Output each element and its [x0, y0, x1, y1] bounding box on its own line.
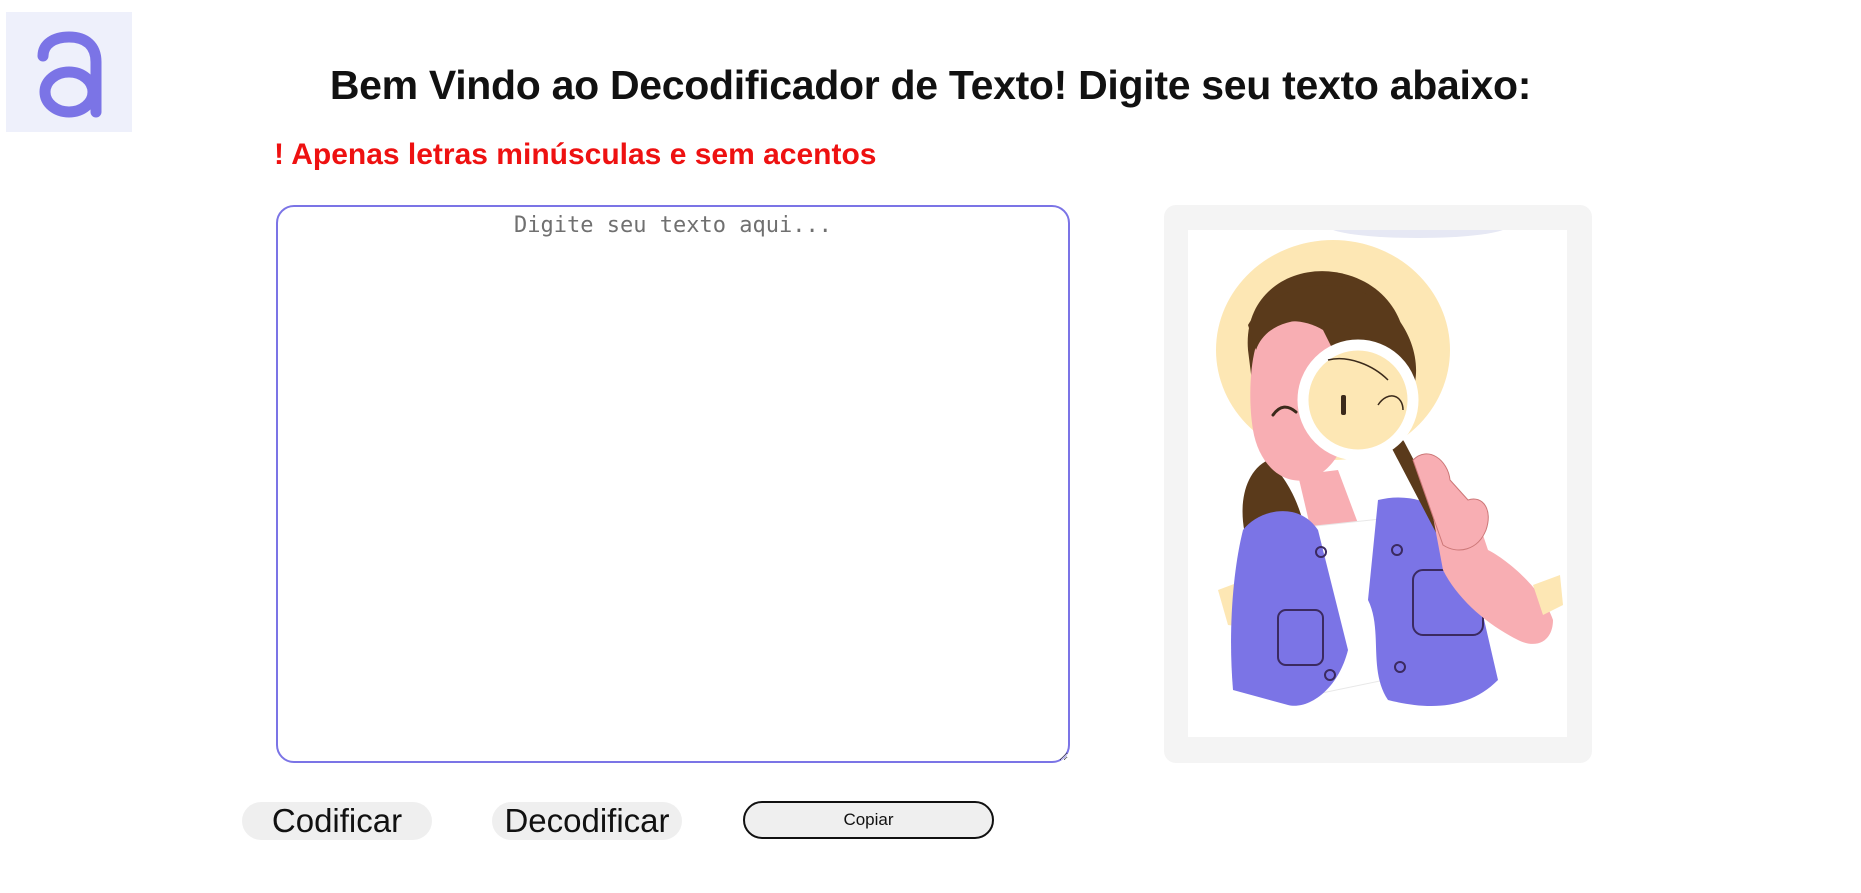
girl-with-magnifier-illustration — [1216, 230, 1563, 706]
text-input[interactable] — [276, 205, 1070, 763]
decode-button[interactable]: Decodificar — [492, 802, 682, 840]
page-title: Bem Vindo ao Decodificador de Texto! Dig… — [329, 62, 1532, 108]
illustration-panel — [1164, 205, 1592, 763]
copy-button[interactable]: Copiar — [743, 801, 994, 839]
input-warning: ! Apenas letras minúsculas e sem acentos — [274, 138, 877, 171]
encode-button[interactable]: Codificar — [242, 802, 432, 840]
illustration-frame — [1188, 230, 1567, 737]
